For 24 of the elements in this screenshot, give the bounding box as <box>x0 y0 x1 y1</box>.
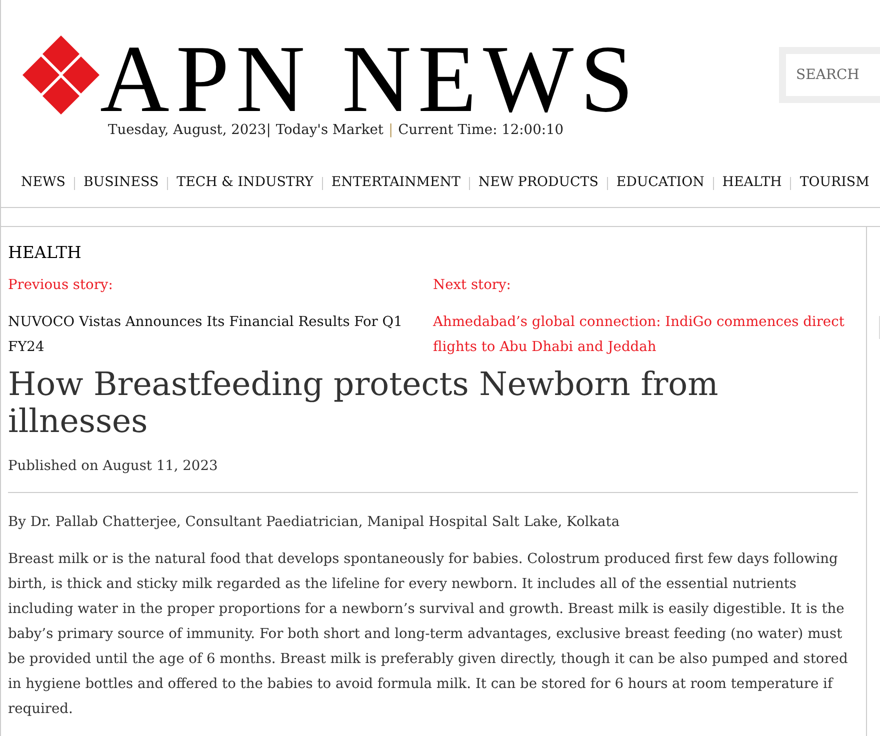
nav-link[interactable]: ENTERTAINMENT <box>331 171 460 195</box>
date-text: Tuesday, August, 2023| <box>108 120 271 140</box>
search-field[interactable]: SEARCH <box>779 47 880 103</box>
nav-link[interactable]: NEWS <box>21 171 66 195</box>
nav-link[interactable]: BUSINESS <box>83 171 159 195</box>
nav-link[interactable]: HEALTH <box>722 171 782 195</box>
nav-link[interactable]: EDUCATION <box>616 171 704 195</box>
article-paragraph: Breast milk or is the natural food that develops spontaneously for babies. Colostrum produced first few days following birth, is thick and sticky milk regarded as the lifeline for every newborn. It includes all of the essential nutrients including water in the proper proportions for a newborn’s survival and growth. Breast milk is easily digestible. It is the baby’s primary source of immunity. For both short and long-term advantages, exclusive breast feeding (no water) must be provided until the age of 6 months. Breast milk is preferably given directly, though it can be also pumped and stored in hygiene bottles and offered to the babies to avoid formula milk. It can be stored for 6 hours at room temperature if required. <box>8 550 849 719</box>
next-story-link[interactable]: Ahmedabad’s global connection: IndiGo commences direct flights to Abu Dhabi and Jeddah <box>433 310 858 360</box>
nav-link[interactable]: NEW PRODUCTS <box>478 171 598 195</box>
article-headline: How Breastfeeding protects Newborn from illnesses <box>8 366 720 440</box>
site-logo-text: APN NEWS <box>100 38 640 120</box>
nav-link[interactable]: TOURISM <box>800 171 870 195</box>
market-link[interactable]: Today's Market <box>276 120 384 140</box>
separator-text: | <box>388 120 394 140</box>
author-byline: By Dr. Pallab Chatterjee, Consultant Paediatrician, Manipal Hospital Salt Lake, Kolkata <box>8 513 621 532</box>
previous-story-label: Previous story: <box>8 276 113 295</box>
nav-link[interactable]: TECH & INDUSTRY <box>176 171 314 195</box>
previous-story-link[interactable]: NUVOCO Vistas Announces Its Financial Results For Q1 FY24 <box>8 310 419 360</box>
diamond-logo-icon <box>22 35 100 115</box>
publish-date: Published on August 11, 2023 <box>8 457 219 476</box>
time-text: Current Time: 12:00:10 <box>398 120 564 140</box>
category-label: HEALTH <box>8 242 82 264</box>
next-story-label: Next story: <box>433 276 511 295</box>
